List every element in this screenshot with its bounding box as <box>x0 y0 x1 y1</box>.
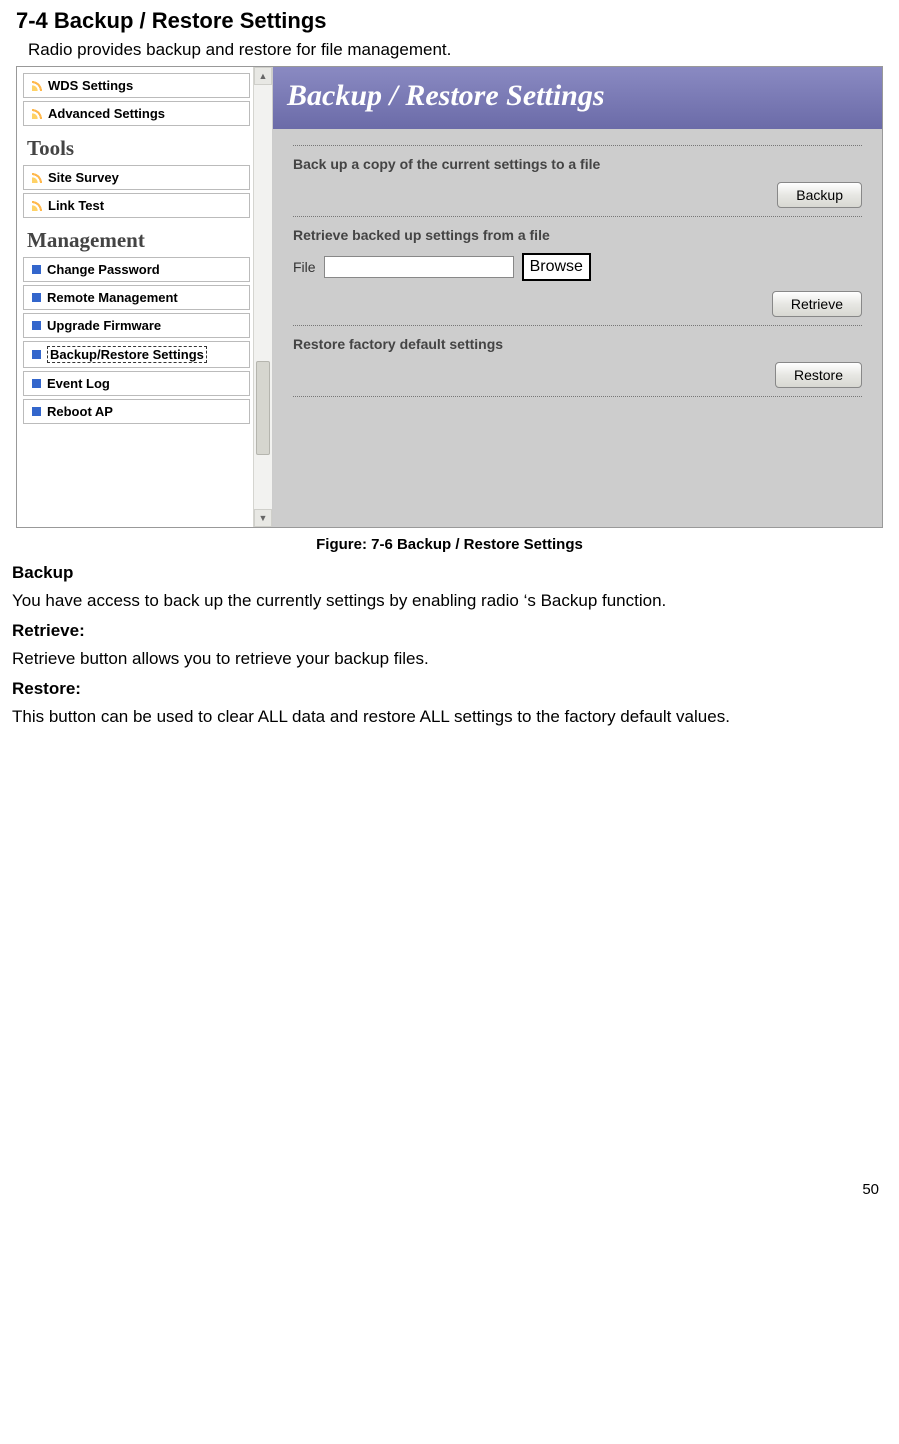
restore-section-label: Restore factory default settings <box>293 336 862 352</box>
square-icon <box>32 265 41 274</box>
main-panel: Backup / Restore Settings Back up a copy… <box>273 67 882 527</box>
sidebar-item-upgrade-firmware[interactable]: Upgrade Firmware <box>23 313 250 338</box>
sidebar-item-label: Change Password <box>47 262 160 277</box>
backup-heading: Backup <box>12 563 887 583</box>
page-title: Backup / Restore Settings <box>273 67 882 129</box>
wifi-icon <box>32 173 42 183</box>
sidebar-item-label: Backup/Restore Settings <box>47 346 207 363</box>
sidebar-item-label: Site Survey <box>48 170 119 185</box>
sidebar-item-label: Upgrade Firmware <box>47 318 161 333</box>
sidebar-item-label: Event Log <box>47 376 110 391</box>
divider <box>293 325 862 326</box>
sidebar-item-link-test[interactable]: Link Test <box>23 193 250 218</box>
retrieve-section-label: Retrieve backed up settings from a file <box>293 227 862 243</box>
sidebar-item-event-log[interactable]: Event Log <box>23 371 250 396</box>
retrieve-heading: Retrieve: <box>12 621 887 641</box>
sidebar-item-advanced-settings[interactable]: Advanced Settings <box>23 101 250 126</box>
backup-paragraph: You have access to back up the currently… <box>12 587 887 615</box>
sidebar-item-label: Advanced Settings <box>48 106 165 121</box>
screenshot-container: WDS Settings Advanced Settings Tools Sit… <box>16 66 883 528</box>
scrollbar-vertical[interactable]: ▲ ▼ <box>253 67 272 527</box>
file-input[interactable] <box>324 256 514 278</box>
sidebar-heading-management: Management <box>27 228 250 253</box>
square-icon <box>32 350 41 359</box>
square-icon <box>32 293 41 302</box>
sidebar-item-label: Remote Management <box>47 290 178 305</box>
sidebar: WDS Settings Advanced Settings Tools Sit… <box>17 67 273 527</box>
sidebar-item-label: WDS Settings <box>48 78 133 93</box>
sidebar-item-change-password[interactable]: Change Password <box>23 257 250 282</box>
scroll-down-icon[interactable]: ▼ <box>254 509 272 527</box>
sidebar-item-label: Reboot AP <box>47 404 113 419</box>
sidebar-item-label: Link Test <box>48 198 104 213</box>
wifi-icon <box>32 109 42 119</box>
sidebar-heading-tools: Tools <box>27 136 250 161</box>
square-icon <box>32 321 41 330</box>
sidebar-item-site-survey[interactable]: Site Survey <box>23 165 250 190</box>
figure-caption: Figure: 7-6 Backup / Restore Settings <box>12 536 887 553</box>
scroll-up-icon[interactable]: ▲ <box>254 67 272 85</box>
sidebar-item-reboot-ap[interactable]: Reboot AP <box>23 399 250 424</box>
restore-paragraph: This button can be used to clear ALL dat… <box>12 703 887 731</box>
divider <box>293 145 862 146</box>
sidebar-item-wds-settings[interactable]: WDS Settings <box>23 73 250 98</box>
wifi-icon <box>32 201 42 211</box>
retrieve-paragraph: Retrieve button allows you to retrieve y… <box>12 645 887 673</box>
sidebar-item-remote-management[interactable]: Remote Management <box>23 285 250 310</box>
page-number: 50 <box>12 1181 879 1198</box>
square-icon <box>32 407 41 416</box>
wifi-icon <box>32 81 42 91</box>
backup-button[interactable]: Backup <box>777 182 862 208</box>
divider <box>293 216 862 217</box>
retrieve-button[interactable]: Retrieve <box>772 291 862 317</box>
scroll-thumb[interactable] <box>256 361 270 455</box>
intro-text: Radio provides backup and restore for fi… <box>28 40 887 60</box>
backup-section-label: Back up a copy of the current settings t… <box>293 156 862 172</box>
file-label: File <box>293 259 316 275</box>
section-heading: 7-4 Backup / Restore Settings <box>16 8 887 34</box>
restore-button[interactable]: Restore <box>775 362 862 388</box>
sidebar-item-backup-restore[interactable]: Backup/Restore Settings <box>23 341 250 368</box>
square-icon <box>32 379 41 388</box>
browse-button[interactable]: Browse <box>522 253 591 281</box>
divider <box>293 396 862 397</box>
restore-heading: Restore: <box>12 679 887 699</box>
